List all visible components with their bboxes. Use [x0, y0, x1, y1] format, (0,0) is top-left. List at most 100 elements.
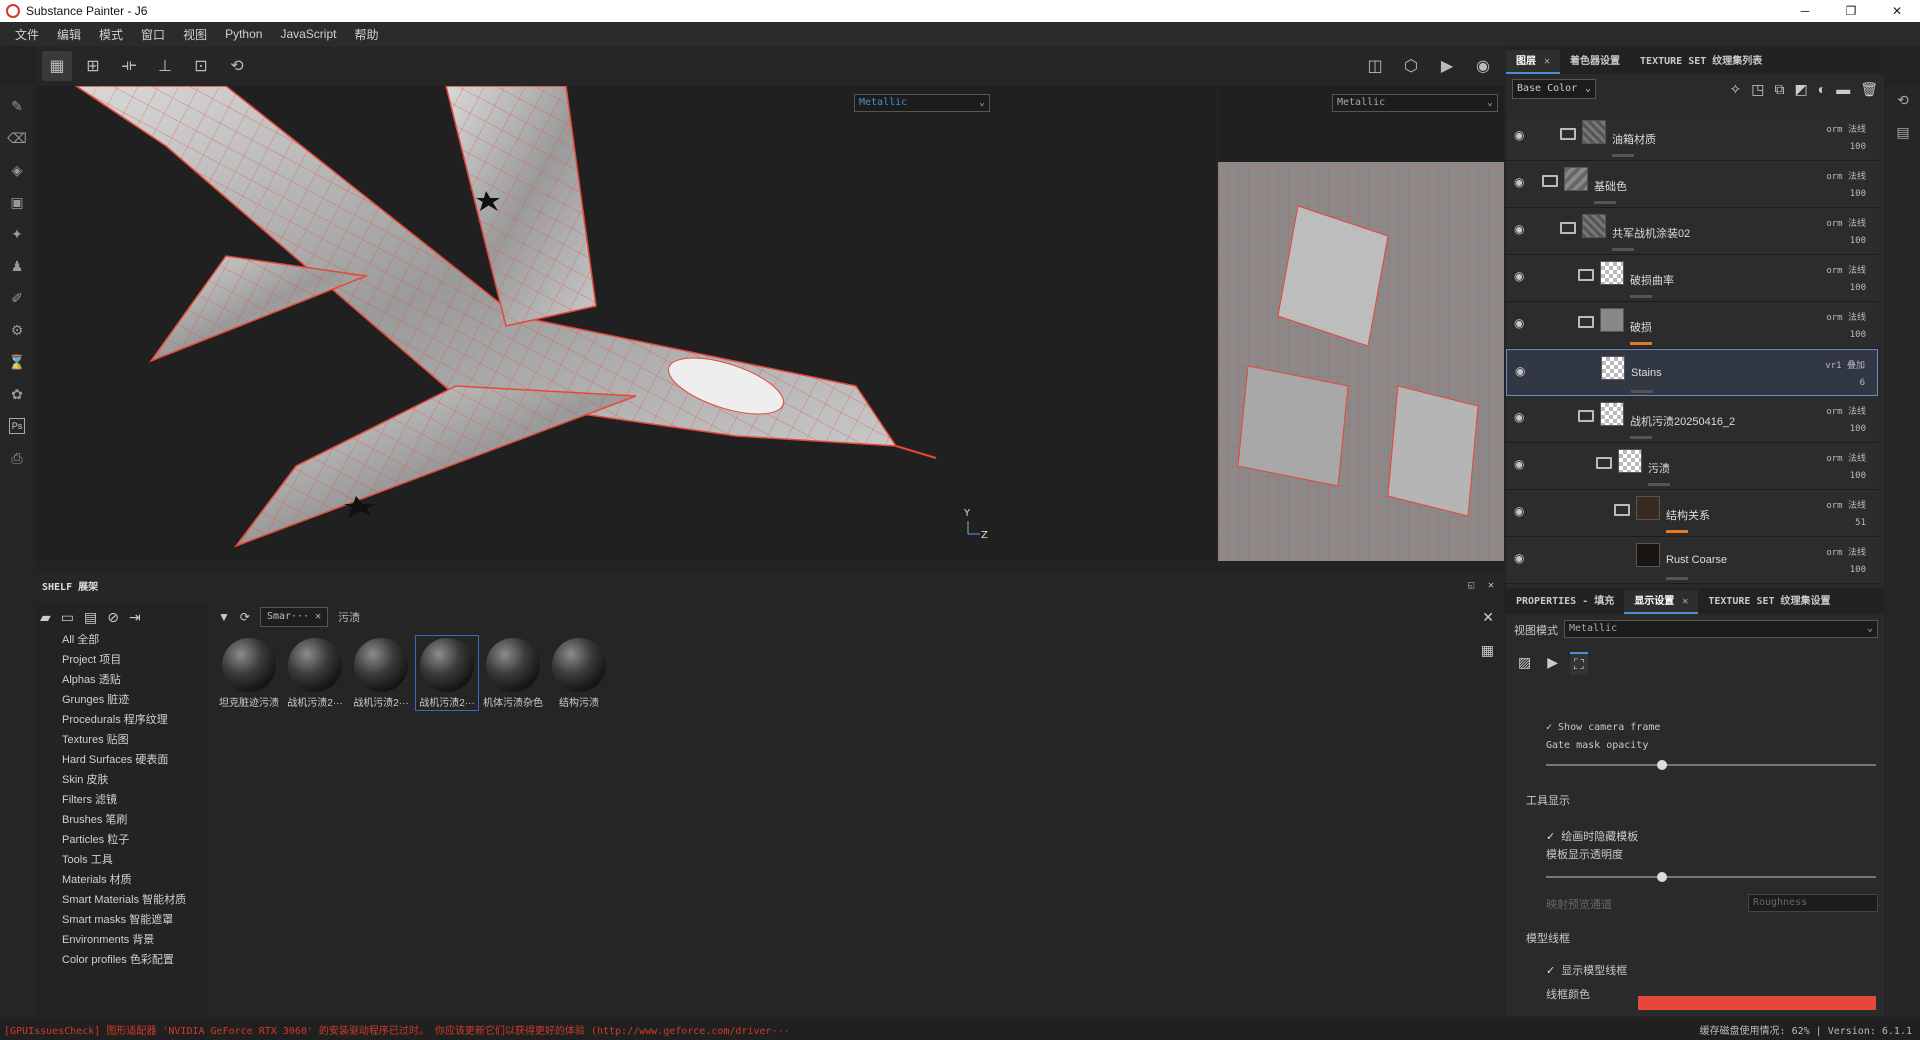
folder-icon[interactable] — [1542, 175, 1558, 187]
layer-blend-mode[interactable]: orm 法线 — [1826, 404, 1866, 417]
close-icon[interactable]: ✕ — [1482, 609, 1494, 626]
video-icon[interactable]: ▶ — [1543, 652, 1562, 675]
eraser-icon[interactable]: ⌫ — [5, 122, 29, 154]
tab-display-settings[interactable]: 显示设置 ✕ — [1624, 590, 1699, 614]
gpu-warning-message[interactable]: [GPUIssuesCheck] 图形适配器 'NVIDIA GeForce R… — [4, 1022, 790, 1037]
photoshop-export-icon[interactable]: Ps — [5, 410, 29, 442]
viewport-channel-select[interactable]: Metallic ⌄ — [854, 94, 990, 112]
color-picker-icon[interactable]: ✐ — [5, 282, 29, 314]
shelf-item[interactable]: 结构污渍 — [548, 636, 610, 710]
layer-name[interactable]: 破损 — [1630, 319, 1652, 335]
import-icon[interactable]: ⇥ — [129, 609, 141, 626]
split-view-icon[interactable]: ◫ — [1360, 51, 1390, 81]
wireframe-color-swatch[interactable] — [1638, 996, 1876, 1010]
layer-blend-mode[interactable]: orm 法线 — [1826, 122, 1866, 135]
eye-icon[interactable]: ◉ — [1514, 128, 1524, 142]
shelf-category[interactable]: Tools 工具 — [36, 850, 208, 870]
shelf-category[interactable]: Smart masks 智能遮罩 — [36, 910, 208, 930]
smudge-icon[interactable]: ✦ — [5, 218, 29, 250]
tab-shader-settings[interactable]: 着色器设置 — [1560, 50, 1630, 74]
layer-row[interactable]: ◉ 油箱材质 orm 法线 100 — [1506, 114, 1878, 161]
show-camera-frame-checkbox[interactable]: ✓ Show camera frame — [1546, 722, 1660, 733]
float-icon[interactable]: ◱ — [1468, 580, 1474, 591]
folder-icon[interactable] — [1614, 504, 1630, 516]
refresh-icon[interactable]: ⟳ — [240, 610, 250, 624]
menu-edit[interactable]: 编辑 — [48, 26, 90, 43]
smart-mask-icon[interactable]: ◐ — [1818, 81, 1826, 98]
eye-icon[interactable]: ◉ — [1514, 316, 1524, 330]
close-window-button[interactable]: ✕ — [1874, 0, 1920, 22]
tab-layers[interactable]: 图层 ✕ — [1506, 50, 1561, 74]
gate-mask-slider[interactable] — [1546, 760, 1876, 770]
save-icon[interactable]: ▤ — [84, 609, 97, 626]
log-icon[interactable]: ▤ — [1896, 124, 1909, 156]
uv-channel-select[interactable]: Metallic ⌄ — [1332, 94, 1498, 112]
filter-chip[interactable]: Smar··· ✕ — [259, 607, 329, 627]
menu-python[interactable]: Python — [216, 27, 271, 41]
layer-blend-mode[interactable]: vr1 叠加 — [1825, 358, 1865, 371]
uv-grid-icon[interactable]: ▦ — [42, 51, 72, 81]
tab-texture-set-list[interactable]: TEXTURE SET 纹理集列表 — [1630, 50, 1772, 74]
viewport-2d-uv[interactable]: Metallic ⌄ — [1218, 86, 1504, 561]
settings-icon[interactable]: ⚙ — [5, 314, 29, 346]
eye-icon[interactable]: ◉ — [1514, 222, 1524, 236]
folder-icon[interactable] — [1578, 269, 1594, 281]
close-icon[interactable]: ✕ — [1682, 596, 1688, 607]
tiles-icon[interactable]: ⊞ — [78, 51, 108, 81]
layer-blend-mode[interactable]: orm 法线 — [1826, 216, 1866, 229]
shelf-category[interactable]: Particles 粒子 — [36, 830, 208, 850]
shelf-category[interactable]: Brushes 笔刷 — [36, 810, 208, 830]
plugin-icon[interactable]: ✿ — [5, 378, 29, 410]
layer-opacity[interactable]: 100 — [1850, 330, 1866, 340]
shelf-item[interactable]: 机体污渍杂色 — [482, 636, 544, 710]
bake-icon[interactable]: ⌛ — [5, 346, 29, 378]
history-icon[interactable]: ⟲ — [1897, 92, 1909, 124]
layer-name[interactable]: 基础色 — [1594, 178, 1627, 194]
slider-knob[interactable] — [1656, 760, 1667, 770]
folder-icon[interactable] — [1578, 410, 1594, 422]
shelf-category[interactable]: Alphas 透贴 — [36, 670, 208, 690]
add-layer-icon[interactable]: ⧉ — [1775, 81, 1785, 98]
eye-icon[interactable]: ◉ — [1514, 410, 1524, 424]
clone-icon[interactable]: ♟ — [5, 250, 29, 282]
shelf-category[interactable]: Color profiles 色彩配置 — [36, 950, 208, 970]
tab-texture-set-settings[interactable]: TEXTURE SET 纹理集设置 — [1698, 590, 1840, 614]
menu-view[interactable]: 视图 — [174, 26, 216, 43]
layer-row[interactable]: ◉ 基础色 orm 法线 100 — [1506, 161, 1878, 208]
show-wireframe-checkbox[interactable]: ✓ 显示模型线框 — [1546, 962, 1627, 978]
symmetry-icon[interactable]: ⟛ — [114, 51, 144, 81]
tab-properties-fill[interactable]: PROPERTIES - 填充 — [1506, 590, 1624, 614]
paint-brush-icon[interactable]: ✎ — [5, 90, 29, 122]
menu-javascript[interactable]: JavaScript — [271, 27, 345, 41]
folder-icon[interactable] — [1560, 222, 1576, 234]
shelf-category[interactable]: Procedurals 程序纹理 — [36, 710, 208, 730]
screenshot-icon[interactable]: ◉ — [1468, 51, 1498, 81]
hide-stencil-checkbox[interactable]: ✓ 绘画时隐藏模板 — [1546, 828, 1638, 844]
polygon-fill-icon[interactable]: ▣ — [5, 186, 29, 218]
layer-opacity[interactable]: 6 — [1860, 378, 1865, 388]
layer-row[interactable]: ◉ 战机污渍20250416_2 orm 法线 100 — [1506, 396, 1878, 443]
camera-icon[interactable]: ▶ — [1432, 51, 1462, 81]
new-file-icon[interactable]: ▭ — [61, 609, 74, 626]
grid-view-icon[interactable]: ▦ — [1481, 642, 1494, 659]
layer-row[interactable]: ◉ Stains vr1 叠加 6 — [1506, 349, 1878, 396]
layer-row[interactable]: ◉ 破损 orm 法线 100 — [1506, 302, 1878, 349]
frame-icon[interactable]: ⛶ — [1570, 652, 1588, 675]
stencil-opacity-slider[interactable] — [1546, 872, 1876, 882]
folder-icon[interactable] — [1596, 457, 1612, 469]
menu-window[interactable]: 窗口 — [132, 26, 174, 43]
close-icon[interactable]: ✕ — [1488, 580, 1494, 591]
menu-file[interactable]: 文件 — [6, 26, 48, 43]
shelf-category[interactable]: Hard Surfaces 硬表面 — [36, 750, 208, 770]
viewport-3d[interactable]: Y Z Metallic ⌄ — [36, 86, 1216, 561]
folder-icon[interactable] — [1578, 316, 1594, 328]
add-fill-icon[interactable]: ◩ — [1795, 81, 1808, 98]
shelf-category[interactable]: Project 项目 — [36, 650, 208, 670]
layer-row[interactable]: ◉ 破损曲率 orm 法线 100 — [1506, 255, 1878, 302]
shelf-category[interactable]: All 全部 — [36, 630, 208, 650]
layer-row[interactable]: ◉ 共军战机涂装02 orm 法线 100 — [1506, 208, 1878, 255]
delete-icon[interactable]: 🗑 — [1860, 81, 1878, 98]
eye-icon[interactable]: ◉ — [1514, 175, 1524, 189]
layer-blend-mode[interactable]: orm 法线 — [1826, 263, 1866, 276]
folder-icon[interactable] — [1560, 128, 1576, 140]
